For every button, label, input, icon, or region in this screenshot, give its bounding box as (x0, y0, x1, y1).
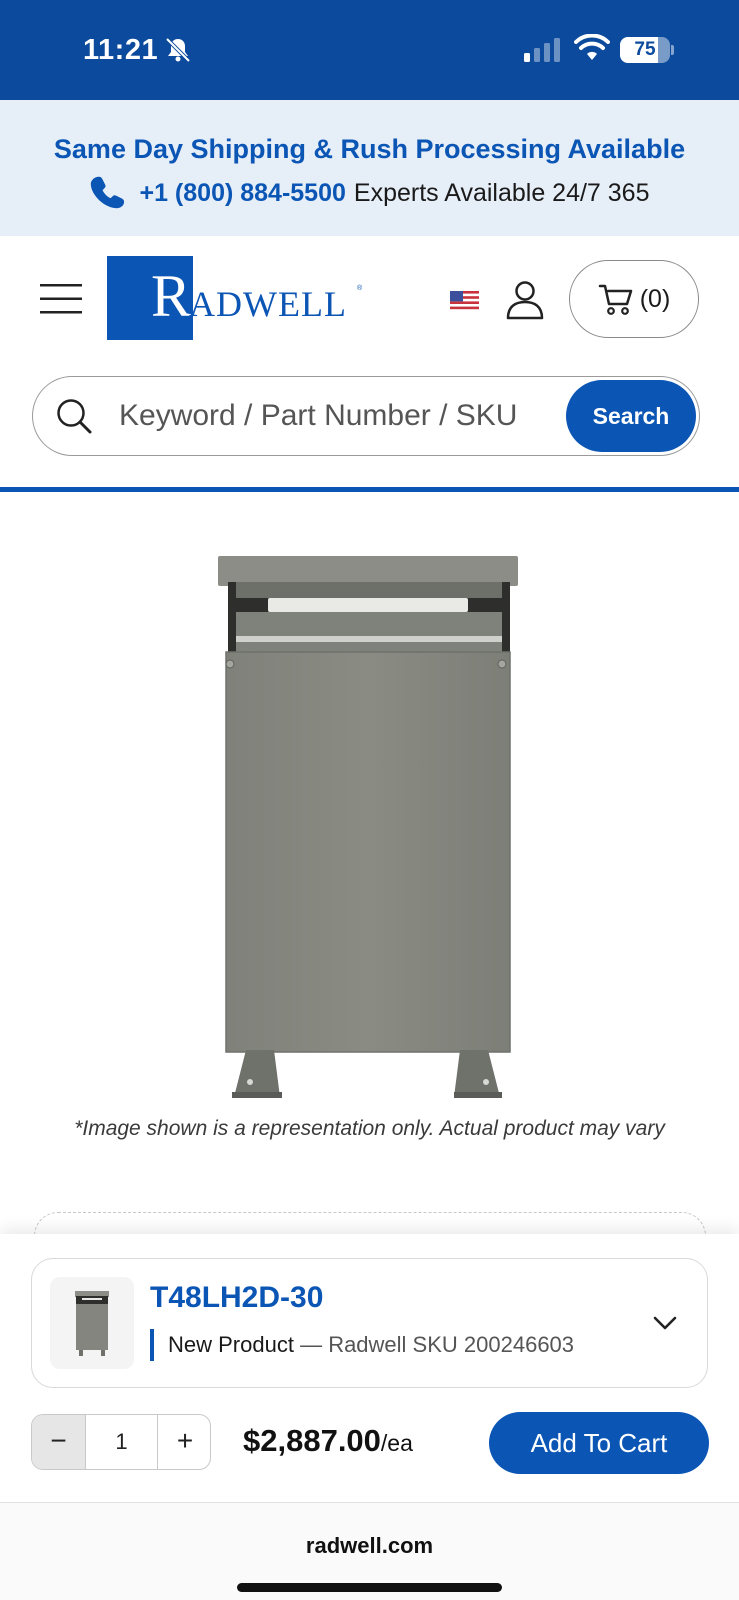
bell-slash-icon (165, 37, 191, 63)
svg-text:®: ® (357, 284, 363, 292)
cart-button[interactable]: (0) (569, 260, 699, 338)
price: $2,887.00/ea (243, 1423, 413, 1459)
image-disclaimer: *Image shown is a representation only. A… (74, 1117, 665, 1140)
battery-level: 75 (634, 39, 656, 60)
url-text: radwell.com (305, 1533, 434, 1558)
cellular-signal-icon (524, 38, 560, 62)
status-bar: 11:21 75 (0, 0, 739, 100)
increase-quantity-button[interactable]: + (158, 1415, 210, 1469)
header-divider (0, 487, 739, 492)
product-summary-card[interactable]: T48LH2D-30 New Product — Radwell SKU 200… (31, 1258, 708, 1388)
battery-indicator: 75 (620, 37, 674, 63)
product-condition-row: New Product — Radwell SKU 200246603 (150, 1329, 574, 1361)
status-time: 11:21 (83, 34, 159, 66)
shopping-cart-icon (598, 284, 632, 315)
search-icon (57, 399, 92, 434)
quantity-field[interactable]: 1 (86, 1415, 158, 1469)
radwell-logo[interactable]: R ADWELL ® (107, 256, 367, 340)
add-to-cart-button[interactable]: Add To Cart (489, 1412, 709, 1474)
search-input[interactable] (119, 391, 569, 441)
condition-label: New Product (168, 1332, 294, 1357)
price-value: $2,887.00 (243, 1423, 381, 1458)
us-flag-icon[interactable] (450, 291, 479, 311)
phone-number-link[interactable]: +1 (800) 884-5500 (139, 179, 345, 208)
account-icon[interactable] (506, 280, 544, 320)
promo-availability: Experts Available 24/7 365 (353, 178, 650, 207)
svg-text:ADWELL: ADWELL (189, 284, 347, 324)
price-unit: /ea (380, 1430, 413, 1456)
product-thumbnail (50, 1277, 134, 1369)
promo-banner: Same Day Shipping & Rush Processing Avai… (0, 100, 739, 236)
promo-contact-line: +1 (800) 884-5500 Experts Available 24/7… (0, 174, 739, 212)
svg-text:R: R (151, 263, 191, 329)
part-number: T48LH2D-30 (150, 1281, 324, 1314)
radwell-sku: Radwell SKU 200246603 (328, 1332, 575, 1357)
wifi-icon (574, 34, 610, 60)
quantity-stepper: − 1 + (31, 1414, 211, 1470)
home-indicator[interactable] (237, 1583, 502, 1592)
phone-icon (91, 176, 125, 209)
promo-title: Same Day Shipping & Rush Processing Avai… (53, 134, 686, 164)
cart-count: (0) (639, 284, 671, 313)
chevron-down-icon[interactable] (651, 1309, 679, 1337)
sticky-purchase-panel: T48LH2D-30 New Product — Radwell SKU 200… (0, 1234, 739, 1600)
search-bar: Search (32, 376, 700, 456)
browser-url-bar[interactable]: radwell.com (0, 1502, 739, 1600)
product-image[interactable] (210, 552, 530, 1114)
search-button[interactable]: Search (566, 380, 696, 452)
sku-separator: — (293, 1332, 329, 1357)
decrease-quantity-button[interactable]: − (32, 1415, 86, 1469)
hamburger-menu-icon[interactable] (40, 284, 82, 314)
